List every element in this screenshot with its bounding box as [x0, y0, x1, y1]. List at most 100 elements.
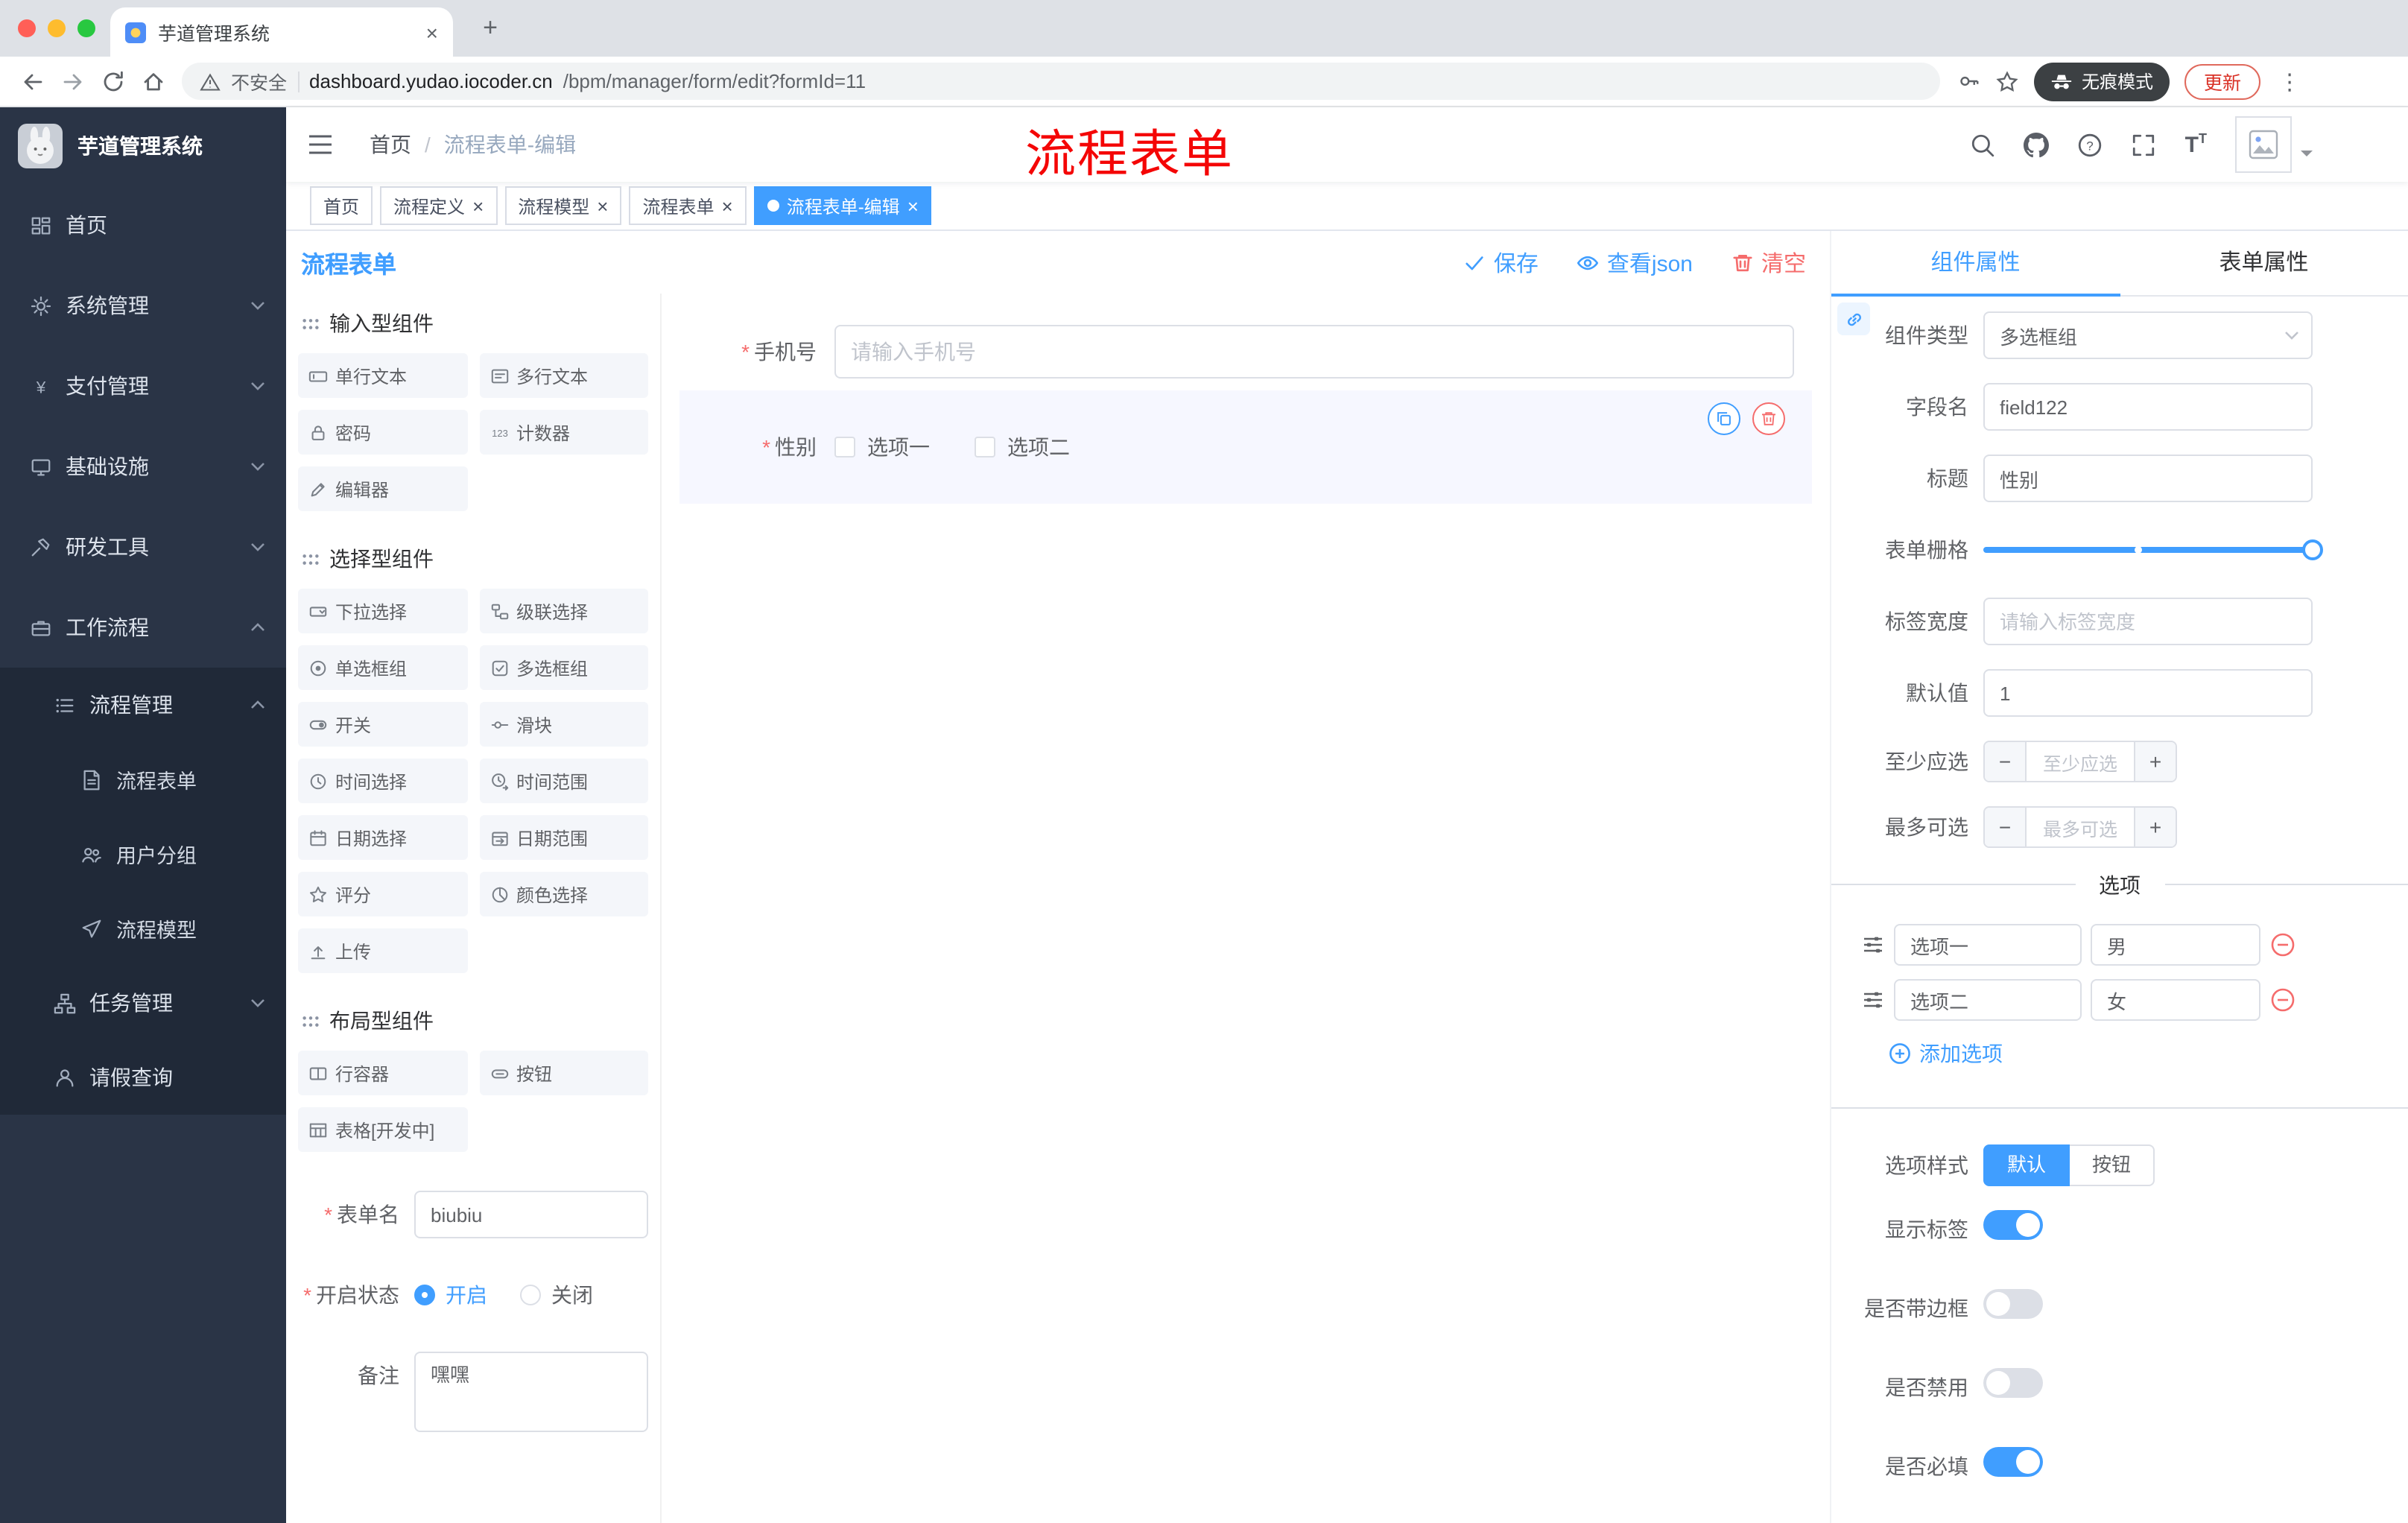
palette-item-button[interactable]: 按钮 — [479, 1051, 648, 1095]
palette-item-date-range[interactable]: 日期范围 — [479, 815, 648, 860]
tab-form-props[interactable]: 表单属性 — [2120, 231, 2408, 295]
help-icon[interactable]: ? — [2078, 132, 2103, 157]
component-type-select[interactable]: 多选框组 — [1983, 311, 2313, 359]
stepper-value[interactable]: 最多可选 — [2027, 808, 2134, 846]
add-option-button[interactable]: 添加选项 — [1831, 1039, 2408, 1068]
palette-item-upload[interactable]: 上传 — [298, 928, 467, 973]
remove-option-icon[interactable] — [2269, 931, 2296, 958]
palette-item-rate[interactable]: 评分 — [298, 872, 467, 916]
sidebar-item-system[interactable]: 系统管理 — [0, 265, 286, 346]
tag-close-icon[interactable]: × — [722, 196, 733, 215]
stepper-increase-button[interactable]: + — [2134, 742, 2176, 781]
stepper-decrease-button[interactable]: − — [1985, 808, 2027, 846]
font-size-icon[interactable]: TT — [2185, 132, 2207, 156]
form-name-input[interactable] — [414, 1191, 648, 1238]
github-icon[interactable] — [2024, 132, 2050, 157]
slider-handle[interactable] — [2302, 539, 2323, 560]
status-radio-on[interactable]: 开启 — [414, 1280, 487, 1310]
form-canvas[interactable]: *手机号 *性别 选项一 选项二 — [662, 294, 1830, 1523]
fullscreen-icon[interactable] — [2132, 132, 2157, 157]
grid-slider[interactable] — [1983, 526, 2323, 574]
sidebar-item-process-model[interactable]: 流程模型 — [0, 891, 286, 966]
tag-process-definition[interactable]: 流程定义 × — [380, 186, 498, 225]
palette-item-single-line-text[interactable]: 单行文本 — [298, 353, 467, 398]
checkbox-icon[interactable] — [834, 437, 855, 457]
mac-close-button[interactable] — [18, 19, 36, 37]
clear-button[interactable]: 清空 — [1731, 247, 1806, 278]
sidebar-item-task-management[interactable]: 任务管理 — [0, 966, 286, 1040]
palette-item-cascader[interactable]: 级联选择 — [479, 589, 648, 633]
sidebar-item-home[interactable]: 首页 — [0, 185, 286, 265]
sidebar-item-user-group[interactable]: 用户分组 — [0, 817, 286, 891]
palette-item-editor[interactable]: 编辑器 — [298, 466, 467, 511]
tag-close-icon[interactable]: × — [472, 196, 484, 215]
field-name-input[interactable] — [1983, 383, 2313, 431]
style-default-button[interactable]: 默认 — [1983, 1144, 2070, 1186]
required-toggle[interactable] — [1983, 1447, 2043, 1477]
browser-menu-icon[interactable]: ⋮ — [2275, 68, 2304, 95]
mac-minimize-button[interactable] — [48, 19, 66, 37]
palette-item-multi-line-text[interactable]: 多行文本 — [479, 353, 648, 398]
phone-input[interactable] — [834, 325, 1794, 379]
palette-item-slider[interactable]: 滑块 — [479, 702, 648, 747]
back-button[interactable] — [12, 61, 52, 101]
palette-item-color-picker[interactable]: 颜色选择 — [479, 872, 648, 916]
gender-checkbox-option1[interactable]: 选项一 — [834, 432, 930, 462]
style-button-button[interactable]: 按钮 — [2070, 1144, 2155, 1186]
form-remark-textarea[interactable]: 嘿嘿 — [414, 1352, 648, 1432]
stepper-increase-button[interactable]: + — [2134, 808, 2176, 846]
stepper-decrease-button[interactable]: − — [1985, 742, 2027, 781]
address-bar[interactable]: 不安全 dashboard.yudao.iocoder.cn/bpm/manag… — [182, 63, 1940, 100]
breadcrumb-home[interactable]: 首页 — [370, 130, 411, 159]
sidebar-item-leave-query[interactable]: 请假查询 — [0, 1040, 286, 1115]
sidebar-item-infrastructure[interactable]: 基础设施 — [0, 426, 286, 507]
tag-close-icon[interactable]: × — [597, 196, 608, 215]
mac-zoom-button[interactable] — [77, 19, 95, 37]
show-label-toggle[interactable] — [1983, 1210, 2043, 1240]
option-value-input[interactable] — [2091, 979, 2260, 1021]
palette-item-table[interactable]: 表格[开发中] — [298, 1107, 467, 1152]
palette-item-checkbox-group[interactable]: 多选框组 — [479, 645, 648, 690]
checkbox-icon[interactable] — [975, 437, 995, 457]
home-button[interactable] — [133, 61, 173, 101]
reload-button[interactable] — [92, 61, 133, 101]
gender-checkbox-option2[interactable]: 选项二 — [975, 432, 1070, 462]
tag-close-icon[interactable]: × — [907, 196, 919, 215]
update-chip[interactable]: 更新 — [2184, 63, 2261, 99]
delete-field-button[interactable] — [1752, 402, 1785, 435]
palette-item-counter[interactable]: 123 计数器 — [479, 410, 648, 455]
tag-process-form-edit[interactable]: 流程表单-编辑 × — [753, 186, 932, 225]
tag-home[interactable]: 首页 — [310, 186, 373, 225]
user-avatar[interactable] — [2235, 116, 2313, 173]
search-icon[interactable] — [1971, 132, 1996, 157]
remove-option-icon[interactable] — [2269, 987, 2296, 1013]
new-tab-button[interactable]: + — [474, 12, 507, 45]
sidebar-item-workflow[interactable]: 工作流程 — [0, 587, 286, 668]
option-value-input[interactable] — [2091, 924, 2260, 966]
save-button[interactable]: 保存 — [1464, 247, 1539, 278]
palette-item-switch[interactable]: 开关 — [298, 702, 467, 747]
palette-item-time-range[interactable]: 时间范围 — [479, 759, 648, 803]
drag-handle-icon[interactable] — [1861, 988, 1885, 1012]
label-width-input[interactable] — [1983, 598, 2313, 645]
sidebar-item-process-management[interactable]: 流程管理 — [0, 668, 286, 742]
option-label-input[interactable] — [1894, 979, 2082, 1021]
browser-tab[interactable]: 芋道管理系统 × — [110, 7, 453, 57]
view-json-button[interactable]: 查看json — [1577, 247, 1693, 278]
slider-track[interactable] — [1983, 539, 2323, 560]
border-toggle[interactable] — [1983, 1289, 2043, 1319]
palette-item-row-container[interactable]: 行容器 — [298, 1051, 467, 1095]
forward-button[interactable] — [52, 61, 92, 101]
stepper-value[interactable]: 至少应选 — [2027, 742, 2134, 781]
sidebar-item-process-form[interactable]: 流程表单 — [0, 742, 286, 817]
palette-item-password[interactable]: 密码 — [298, 410, 467, 455]
canvas-field-gender-selected[interactable]: * 性别 选项一 选项二 — [679, 390, 1812, 504]
palette-item-date-picker[interactable]: 日期选择 — [298, 815, 467, 860]
tag-process-form[interactable]: 流程表单 × — [629, 186, 747, 225]
tab-close-icon[interactable]: × — [426, 22, 438, 42]
status-radio-off[interactable]: 关闭 — [520, 1280, 593, 1310]
title-input[interactable] — [1983, 455, 2313, 502]
default-value-input[interactable] — [1983, 669, 2313, 717]
tab-component-props[interactable]: 组件属性 — [1831, 231, 2120, 295]
sidebar-toggle-button[interactable] — [307, 133, 334, 156]
